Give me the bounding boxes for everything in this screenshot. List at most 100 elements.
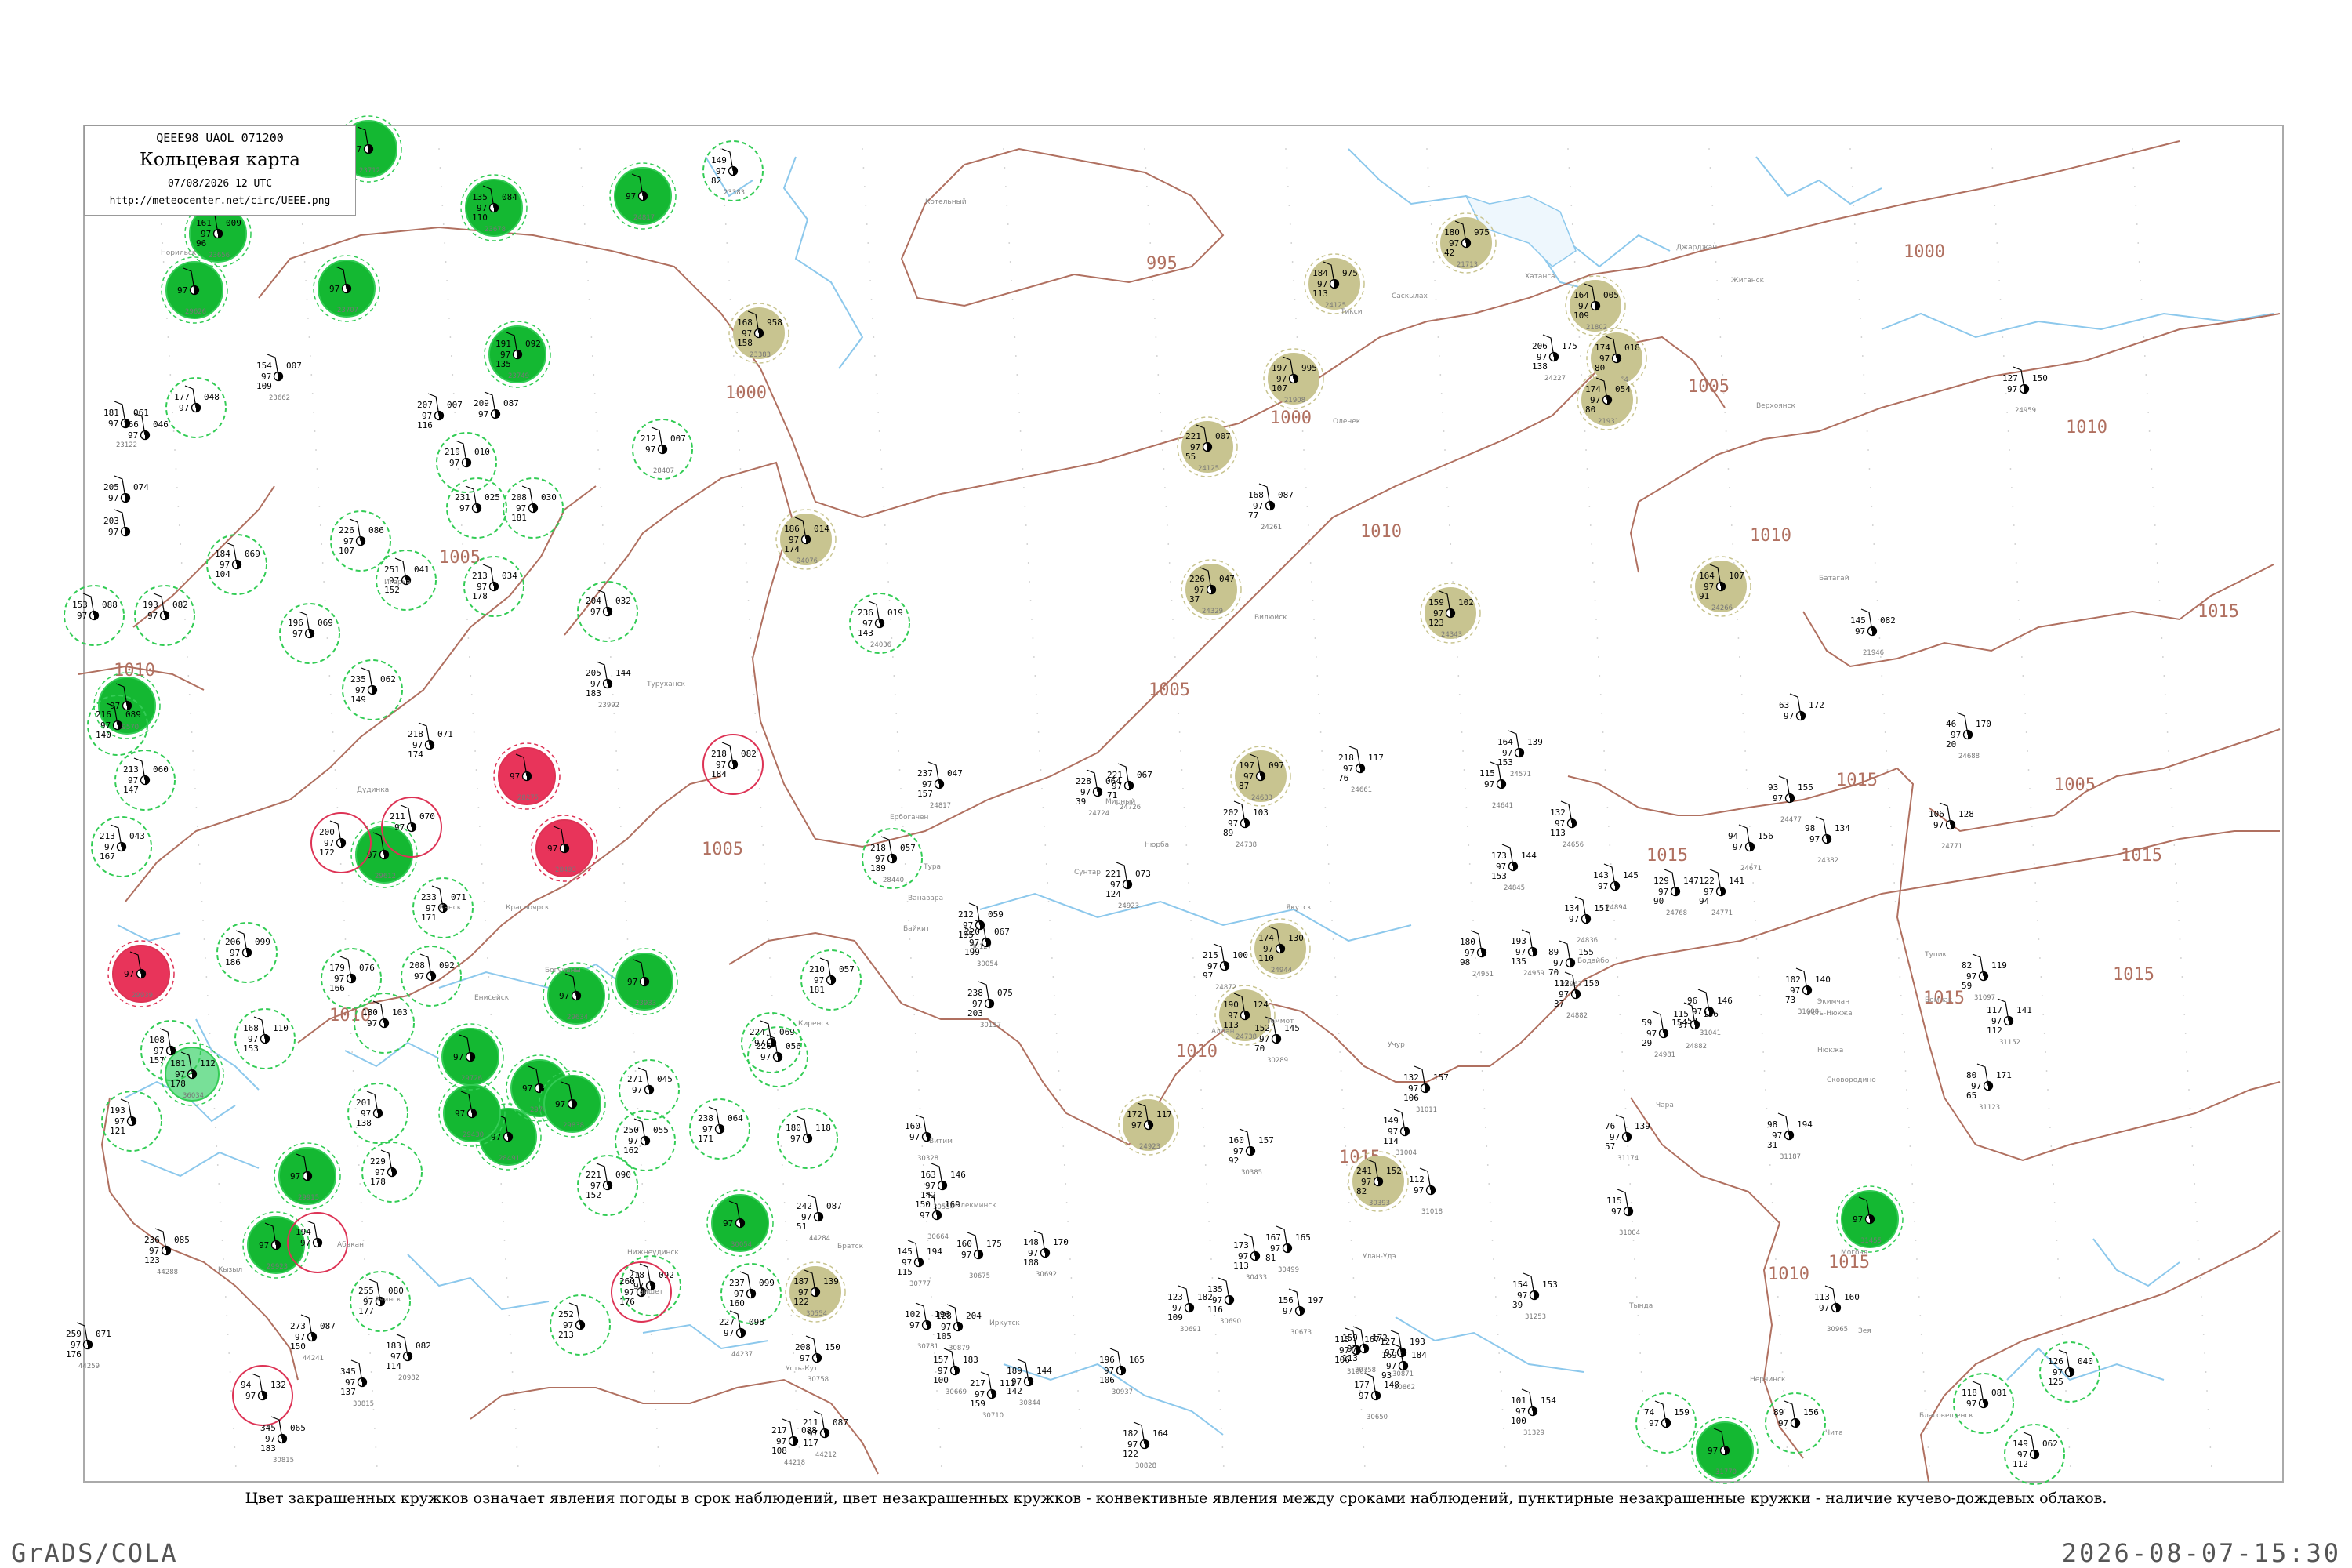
grid-dot — [481, 863, 483, 865]
station-index: 24343 — [1441, 631, 1462, 639]
grid-dot — [912, 995, 914, 996]
grid-dot — [452, 374, 454, 376]
station-index: 31174 — [1617, 1155, 1639, 1163]
grid-dot — [1904, 1070, 1907, 1072]
grid-dot — [1160, 430, 1163, 432]
station-tendency-value: 067 — [994, 927, 1010, 937]
isobar-label: 1010 — [1360, 522, 1402, 542]
station-index: 30691 — [1180, 1326, 1201, 1334]
grid-dot — [737, 430, 739, 432]
station-dewpoint-value: 82 — [1356, 1186, 1367, 1196]
station-dewpoint-value: 100 — [933, 1375, 949, 1385]
grid-dot — [1715, 261, 1717, 263]
grid-dot — [2182, 995, 2184, 996]
station-tendency-value: 194 — [1797, 1120, 1813, 1130]
grid-dot — [1896, 920, 1897, 921]
grid-dot — [1330, 901, 1332, 902]
place-label: Тында — [1628, 1302, 1653, 1310]
grid-dot — [1338, 1033, 1340, 1034]
station-dewpoint-value: 100 — [1511, 1416, 1526, 1426]
grid-dot — [445, 261, 447, 263]
grid-dot — [1470, 882, 1472, 884]
station-tendency-value: 170 — [1053, 1237, 1069, 1247]
station-pressure-value: 94 — [1728, 831, 1739, 841]
grid-dot — [195, 807, 198, 808]
grid-dot — [1918, 1296, 1920, 1298]
station-tendency-value: 102 — [1458, 597, 1474, 608]
place-label: Ванавара — [908, 895, 943, 902]
grid-dot — [1317, 694, 1319, 695]
station-index: 30289 — [1267, 1057, 1288, 1065]
header-url[interactable]: http://meteocenter.net/circ/UEEE.png — [85, 195, 355, 207]
station-temp: 97 — [590, 607, 601, 617]
grid-dot — [764, 882, 767, 884]
station-pressure-value: 174 — [1258, 933, 1274, 943]
grid-dot — [2132, 148, 2133, 150]
grid-dot — [1329, 882, 1331, 884]
grid-dot — [2170, 788, 2172, 789]
grid-dot — [632, 1033, 634, 1034]
station-dewpoint-value: 57 — [1605, 1142, 1615, 1152]
grid-dot — [1170, 581, 1172, 583]
grid-dot — [1886, 750, 1887, 752]
grid-dot — [724, 205, 726, 206]
grid-dot — [352, 1070, 354, 1072]
grid-dot — [1009, 261, 1011, 263]
station-pressure-value: 210 — [809, 964, 825, 975]
grid-dot — [303, 261, 306, 263]
station-temp: 97 — [1598, 881, 1608, 891]
place-label: Хатанга — [1525, 273, 1555, 281]
grid-dot — [2057, 1258, 2059, 1260]
station-dewpoint-value: 96 — [196, 238, 206, 249]
grid-dot — [1765, 1089, 1766, 1091]
grid-dot — [1192, 957, 1194, 959]
grid-dot — [1053, 995, 1055, 996]
grid-dot — [1465, 807, 1468, 808]
grid-dot — [354, 1108, 357, 1109]
grid-dot — [603, 543, 605, 545]
station-tendency-value: 193 — [1410, 1337, 1425, 1347]
grid-dot — [619, 807, 621, 808]
station-index: 21908 — [1284, 397, 1305, 405]
grid-dot — [500, 1183, 503, 1185]
station-tendency-value: 155 — [1798, 782, 1813, 793]
grid-dot — [1896, 938, 1899, 940]
grid-dot — [1036, 713, 1039, 714]
place-label: Ербогачен — [890, 814, 929, 822]
station-pressure-value: 180 — [362, 1007, 378, 1018]
grid-dot — [1438, 355, 1440, 357]
grid-dot — [1306, 506, 1308, 507]
grid-dot — [1027, 562, 1029, 564]
station-pressure-value: 102 — [1785, 975, 1801, 985]
station-tendency-value: 007 — [286, 361, 302, 371]
grid-dot — [1620, 1033, 1622, 1034]
grid-dot — [641, 1183, 644, 1185]
grid-dot — [444, 242, 446, 244]
header-code: QEEE98 UAOL 071200 — [156, 131, 284, 145]
grid-dot — [1716, 280, 1718, 281]
grid-dot — [580, 167, 583, 169]
station-index: 31041 — [1700, 1029, 1721, 1037]
grid-dot — [228, 1352, 230, 1354]
grid-dot — [462, 543, 464, 545]
station-index: 31011 — [1416, 1106, 1437, 1114]
grid-dot — [180, 562, 183, 564]
grid-dot — [1745, 769, 1748, 771]
station-index: 24882 — [1686, 1043, 1707, 1051]
station-index: 24845 — [1504, 884, 1525, 892]
grid-dot — [446, 280, 448, 281]
grid-dot — [480, 844, 482, 846]
grid-dot — [867, 242, 869, 244]
station-index: 24738 — [1236, 1033, 1257, 1041]
grid-dot — [1327, 844, 1329, 846]
station-index: 23383 — [724, 189, 745, 197]
grid-dot — [1588, 487, 1589, 488]
grid-dot — [2189, 1108, 2191, 1109]
grid-dot — [2060, 1315, 2063, 1316]
station-pressure-value: 118 — [1962, 1388, 1977, 1398]
grid-dot — [728, 280, 730, 281]
grid-dot — [773, 1033, 775, 1034]
station-pressure-value: 202 — [1223, 808, 1239, 818]
grid-dot — [1625, 1127, 1628, 1128]
grid-dot — [597, 449, 599, 451]
